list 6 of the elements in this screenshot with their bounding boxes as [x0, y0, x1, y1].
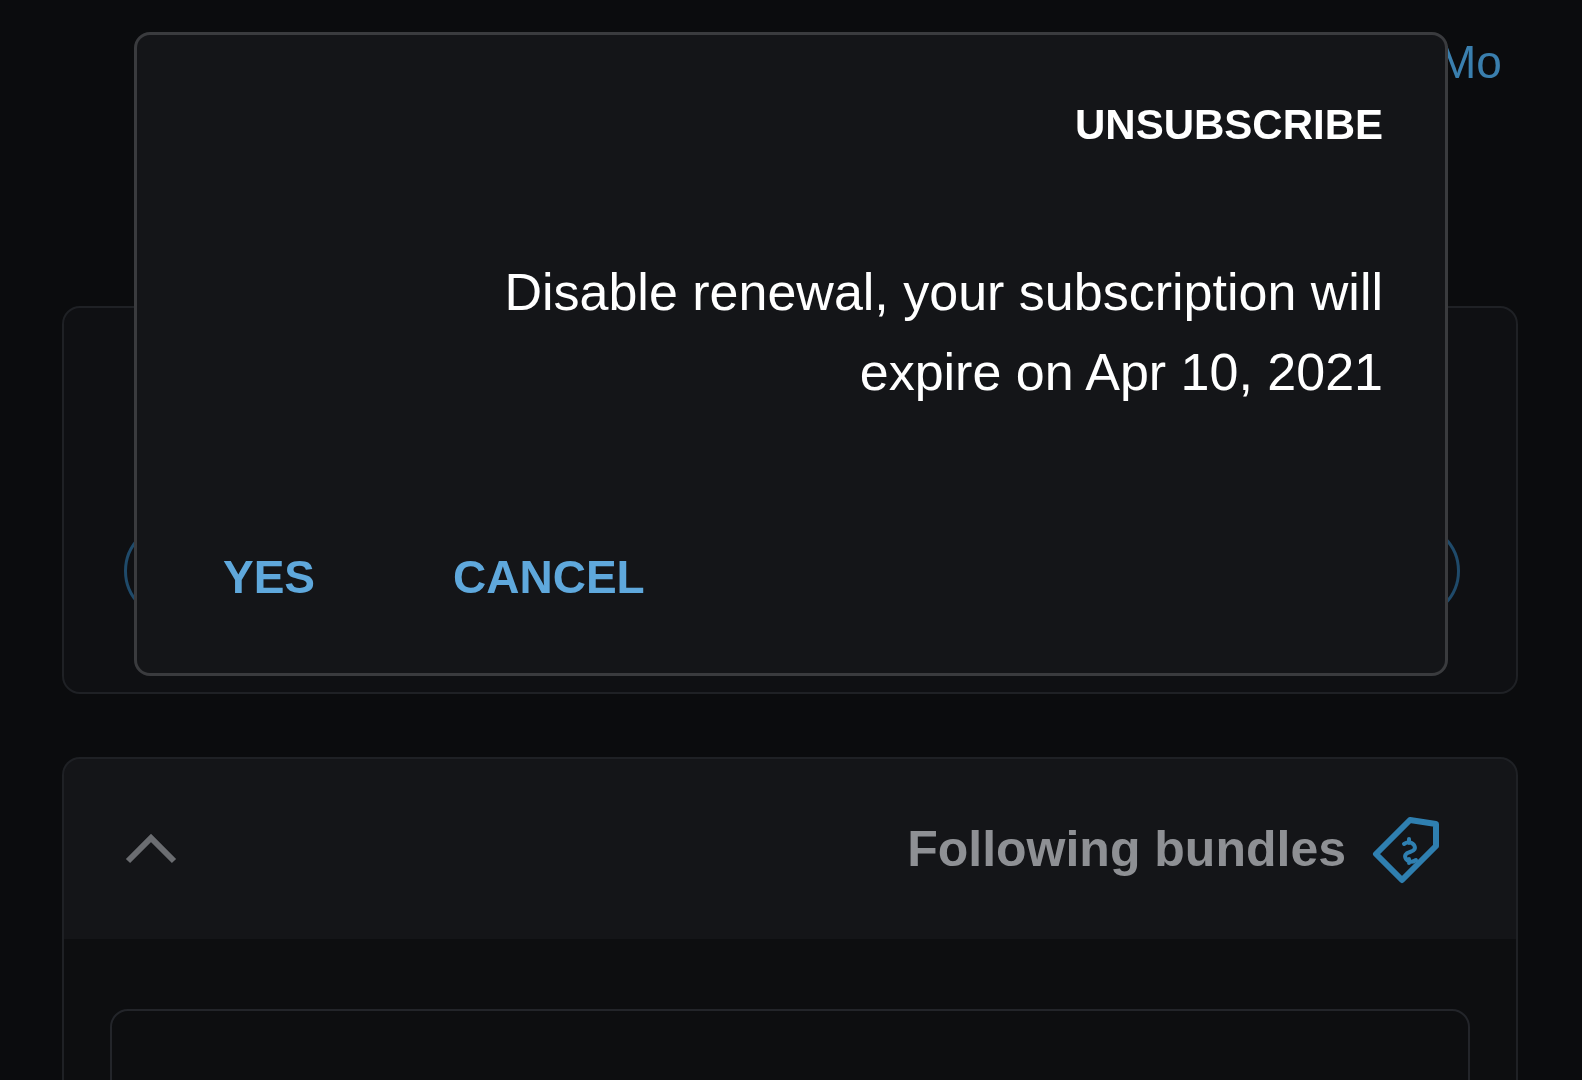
chevron-up-icon[interactable] — [124, 833, 178, 865]
dialog-message: Disable renewal, your subscription will expire on Apr 10, 2021 — [503, 262, 1383, 403]
yes-button[interactable]: YES — [223, 543, 316, 612]
section-title: Following bundles — [907, 819, 1346, 879]
cancel-button[interactable]: CANCEL — [453, 543, 645, 612]
dialog-title: UNSUBSCRIBE — [1073, 100, 1383, 150]
